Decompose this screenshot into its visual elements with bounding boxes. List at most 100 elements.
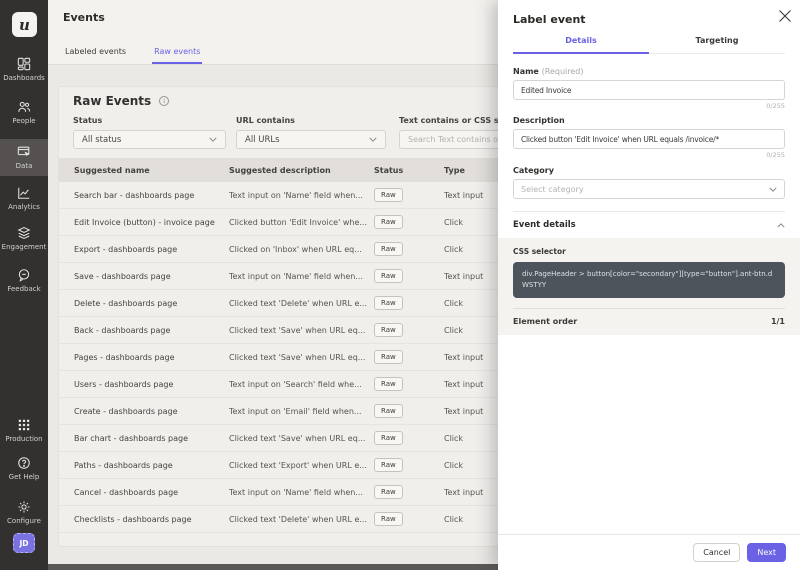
sidebar-item-label: Get Help — [9, 473, 40, 481]
tab-details[interactable]: Details — [513, 36, 649, 54]
people-icon — [17, 100, 31, 114]
tab-targeting[interactable]: Targeting — [649, 36, 785, 53]
sidebar-item-get-help[interactable]: Get Help — [0, 456, 48, 481]
sidebar-item-feedback[interactable]: Feedback — [0, 268, 48, 293]
chevron-down-icon — [369, 137, 377, 142]
row-suggested-name: Back - dashboards page — [74, 326, 229, 335]
category-placeholder: Select category — [521, 185, 584, 194]
category-select[interactable]: Select category — [513, 179, 785, 199]
page-title: Events — [63, 11, 105, 24]
status-badge[interactable]: Raw — [374, 269, 403, 283]
row-suggested-name: Edit Invoice (button) - invoice page — [74, 218, 229, 227]
status-badge[interactable]: Raw — [374, 188, 403, 202]
sidebar: u Dashboards People Data Analytics Engag… — [0, 0, 48, 570]
status-badge[interactable]: Raw — [374, 296, 403, 310]
feedback-icon — [17, 268, 31, 282]
col-suggested-description: Suggested description — [229, 166, 374, 175]
element-order-label: Element order — [513, 317, 577, 326]
description-label: Description — [513, 116, 785, 125]
name-field[interactable] — [513, 80, 785, 100]
sidebar-item-production[interactable]: Production — [0, 418, 48, 443]
row-suggested-description: Clicked text 'Export' when URL e... — [229, 461, 374, 470]
sidebar-item-label: Dashboards — [3, 74, 45, 82]
row-suggested-name: Create - dashboards page — [74, 407, 229, 416]
event-details-header[interactable]: Event details — [513, 212, 785, 238]
avatar[interactable]: JD — [13, 533, 35, 553]
status-badge[interactable]: Raw — [374, 377, 403, 391]
sidebar-item-label: Data — [16, 162, 33, 170]
avatar-initials: JD — [19, 539, 28, 548]
row-suggested-description: Clicked text 'Save' when URL eq... — [229, 326, 374, 335]
row-suggested-description: Text input on 'Name' field when... — [229, 488, 374, 497]
status-badge[interactable]: Raw — [374, 215, 403, 229]
events-tabs: Labeled events Raw events — [63, 47, 202, 64]
row-suggested-name: Cancel - dashboards page — [74, 488, 229, 497]
logo-glyph: u — [19, 16, 30, 34]
element-order-value: 1/1 — [771, 317, 785, 326]
row-suggested-description: Text input on 'Email' field when... — [229, 407, 374, 416]
gear-icon — [17, 500, 31, 514]
row-suggested-name: Checklists - dashboards page — [74, 515, 229, 524]
element-order-row: Element order 1/1 — [513, 308, 785, 335]
sidebar-item-analytics[interactable]: Analytics — [0, 186, 48, 211]
event-details-section: CSS selector div.PageHeader > button[col… — [498, 238, 800, 335]
required-hint: (Required) — [542, 67, 584, 76]
next-button[interactable]: Next — [747, 543, 786, 562]
info-icon[interactable]: i — [159, 96, 169, 106]
cancel-button[interactable]: Cancel — [693, 543, 740, 562]
sidebar-item-configure[interactable]: Configure — [0, 500, 48, 525]
status-filter-label: Status — [73, 116, 102, 125]
row-suggested-description: Clicked text 'Save' when URL eq... — [229, 434, 374, 443]
css-selector-label: CSS selector — [513, 247, 785, 256]
name-counter: 0/255 — [513, 102, 785, 110]
status-filter-value: All status — [82, 135, 121, 145]
status-badge[interactable]: Raw — [374, 458, 403, 472]
description-counter: 0/255 — [513, 151, 785, 159]
production-icon — [17, 418, 31, 432]
sidebar-item-people[interactable]: People — [0, 100, 48, 125]
sidebar-item-label: Analytics — [8, 203, 40, 211]
sidebar-item-label: People — [12, 117, 35, 125]
analytics-icon — [17, 186, 31, 200]
sidebar-item-data[interactable]: Data — [0, 139, 48, 176]
status-badge[interactable]: Raw — [374, 350, 403, 364]
sidebar-item-label: Engagement — [2, 243, 47, 251]
panel-tabs: Details Targeting — [513, 36, 785, 54]
url-filter-select[interactable]: All URLs — [236, 130, 386, 149]
description-field[interactable] — [513, 129, 785, 149]
chevron-up-icon — [777, 223, 785, 228]
row-suggested-name: Save - dashboards page — [74, 272, 229, 281]
row-suggested-name: Export - dashboards page — [74, 245, 229, 254]
col-status: Status — [374, 166, 444, 175]
status-badge[interactable]: Raw — [374, 323, 403, 337]
row-suggested-description: Clicked text 'Delete' when URL e... — [229, 515, 374, 524]
url-filter-value: All URLs — [245, 135, 280, 145]
close-icon[interactable] — [777, 8, 793, 24]
row-suggested-name: Bar chart - dashboards page — [74, 434, 229, 443]
sidebar-item-dashboards[interactable]: Dashboards — [0, 57, 48, 82]
status-filter-select[interactable]: All status — [73, 130, 226, 149]
tab-labeled-events[interactable]: Labeled events — [63, 47, 128, 64]
card-title: Raw Events — [73, 94, 151, 108]
status-badge[interactable]: Raw — [374, 242, 403, 256]
row-suggested-description: Text input on 'Name' field when... — [229, 272, 374, 281]
status-badge[interactable]: Raw — [374, 485, 403, 499]
status-badge[interactable]: Raw — [374, 512, 403, 526]
tab-raw-events[interactable]: Raw events — [152, 47, 202, 64]
css-selector-value: div.PageHeader > button[color="secondary… — [513, 262, 785, 298]
status-badge[interactable]: Raw — [374, 431, 403, 445]
status-badge[interactable]: Raw — [374, 404, 403, 418]
row-suggested-description: Clicked text 'Delete' when URL e... — [229, 299, 374, 308]
url-filter-label: URL contains — [236, 116, 295, 125]
sidebar-item-engagement[interactable]: Engagement — [0, 226, 48, 251]
sidebar-item-label: Feedback — [7, 285, 40, 293]
data-icon — [17, 145, 31, 159]
app-logo[interactable]: u — [12, 12, 37, 37]
name-label: Name (Required) — [513, 67, 785, 76]
row-suggested-name: Pages - dashboards page — [74, 353, 229, 362]
chevron-down-icon — [769, 187, 777, 192]
label-event-panel: Label event Details Targeting Name (Requ… — [498, 0, 800, 570]
row-suggested-description: Text input on 'Name' field when... — [229, 191, 374, 200]
dashboards-icon — [17, 57, 31, 71]
row-suggested-description: Text input on 'Search' field whe... — [229, 380, 374, 389]
